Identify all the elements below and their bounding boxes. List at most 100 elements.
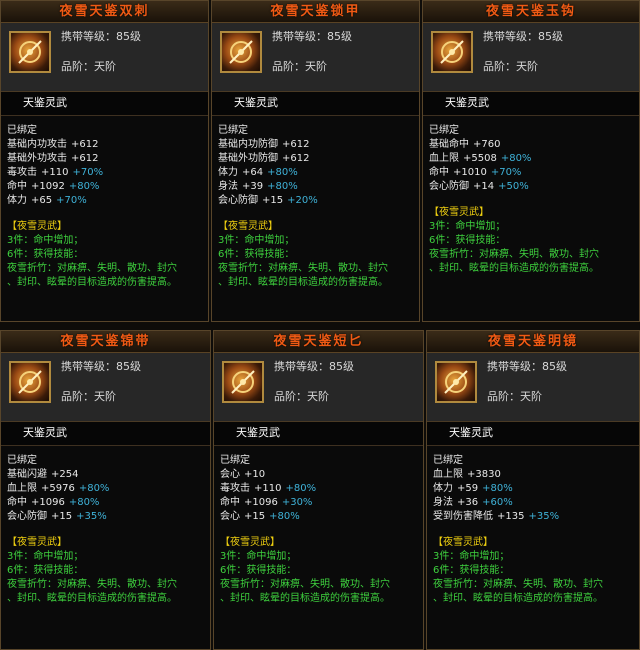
stat-name: 身法 [218,181,238,192]
stat-value: +15 [51,511,73,522]
stat-value: +1092 [31,181,65,192]
item-title: 夜雪天鉴锁甲 [270,4,361,19]
stat-line: 基础闪避 +254 [7,470,210,484]
stats-panel: 已绑定 基础内功攻击 +612 基础外功攻击 +612 毒攻击 +110 +70% 命中 +109… [1,115,208,321]
stat-line: 基础内功攻击 +612 [7,140,208,154]
title-bar: 夜雪天鉴短匕 [214,331,423,353]
stat-bonus-percent: +80% [267,167,298,178]
item-grade: 品阶：天阶 [487,390,542,403]
item-tooltip-card-4: 夜雪天鉴锦带 携带等级：85级 品阶：天阶 天鉴灵武 已绑定 基础闪避 +254 血上… [0,330,211,650]
set-title: 【夜雪灵武】 [218,221,278,232]
stat-name: 毒攻击 [7,167,37,178]
item-info-panel: 携带等级：85级 品阶：天阶 [212,23,419,92]
stat-value: +1096 [244,497,278,508]
stat-line: 会心 +10 [220,470,423,484]
set-title: 【夜雪灵武】 [7,537,67,548]
item-type-label: 天鉴灵武 [445,96,489,109]
set-bonus-6: 6件：获得技能： [433,565,510,576]
stat-bonus-percent: +20% [287,195,318,206]
dual-daggers-icon [9,31,51,73]
bound-status: 已绑定 [429,125,459,136]
title-bar: 夜雪天鉴明镜 [427,331,639,353]
item-type-label: 天鉴灵武 [23,96,67,109]
set-bonus-6: 6件：获得技能： [7,565,84,576]
stat-value: +59 [457,483,479,494]
stat-name: 血上限 [7,483,37,494]
stat-name: 会心 [220,469,240,480]
item-type-label: 天鉴灵武 [23,426,67,439]
set-skill-line-1: 夜雪折竹：对麻痹、失明、散功、封穴 [433,579,603,590]
item-tooltip-card-5: 夜雪天鉴短匕 携带等级：85级 品阶：天阶 天鉴灵武 已绑定 会心 +10 毒攻击 +1… [213,330,424,650]
item-info-panel: 携带等级：85级 品阶：天阶 [214,353,423,422]
item-grade: 品阶：天阶 [272,60,327,73]
stat-value: +39 [242,181,264,192]
stat-bonus-percent: +35% [76,511,107,522]
stat-name: 会心防御 [218,195,258,206]
set-skill-line-1: 夜雪折竹：对麻痹、失明、散功、封穴 [7,579,177,590]
bound-status: 已绑定 [7,455,37,466]
stat-bonus-percent: +70% [72,167,104,178]
set-skill-line-1: 夜雪折竹：对麻痹、失明、散功、封穴 [218,263,388,274]
stat-value: +760 [473,139,501,150]
stats-panel: 已绑定 基础闪避 +254 血上限 +5976 +80% 命中 +1096 +80% 会心防御 +1… [1,445,210,649]
set-bonus-3: 3件：命中增加； [218,235,295,246]
stat-name: 命中 [7,497,27,508]
stat-line: 会心防御 +15 +35% [7,512,210,526]
stat-line: 会心防御 +15 +20% [218,196,419,210]
stat-name: 命中 [220,497,240,508]
stat-line: 血上限 +3830 [433,470,639,484]
set-bonus-3: 3件：命中增加； [7,235,84,246]
stat-name: 会心 [220,511,240,522]
set-skill-line-2: 、封印、眩晕的目标造成的伤害提高。 [7,277,177,288]
stats-panel: 已绑定 会心 +10 毒攻击 +110 +80% 命中 +1096 +30% 会心 +15 +80% 【… [214,445,423,649]
stats-panel: 已绑定 血上限 +3830 体力 +59 +80% 身法 +36 +60% 受到伤害降低 +135 +… [427,445,639,649]
stat-value: +5976 [41,483,75,494]
item-title: 夜雪天鉴锦带 [60,334,151,349]
item-tooltip-card-1: 夜雪天鉴双刺 携带等级：85级 品阶：天阶 天鉴灵武 已绑定基础内功攻击 +612… [0,0,209,322]
stat-bonus-percent: +80% [482,483,513,494]
stat-name: 基础命中 [429,139,469,150]
stat-name: 血上限 [429,153,459,164]
stat-line: 血上限 +5508 +80% [429,154,639,168]
stat-line: 身法 +36 +60% [433,498,639,512]
stat-line: 命中 +1096 +30% [220,498,423,512]
stat-bonus-percent: +80% [267,181,298,192]
stat-bonus-percent: +70% [490,167,522,178]
title-bar: 夜雪天鉴双刺 [1,1,208,23]
stat-line: 命中 +1010 +70% [429,168,639,182]
stat-value: +1096 [31,497,65,508]
stat-value: +64 [242,167,264,178]
stat-name: 毒攻击 [220,483,250,494]
carry-level: 携带等级：85级 [61,360,141,373]
stat-line: 体力 +65 +70% [7,196,208,210]
set-title: 【夜雪灵武】 [429,207,489,218]
carry-level: 携带等级：85级 [274,360,354,373]
item-info-panel: 携带等级：85级 品阶：天阶 [1,23,208,92]
stat-bonus-percent: +80% [78,483,110,494]
stat-value: +135 [497,511,525,522]
item-title: 夜雪天鉴玉钩 [485,4,576,19]
set-skill-line-2: 、封印、眩晕的目标造成的伤害提高。 [429,263,599,274]
bound-status: 已绑定 [7,125,37,136]
mirror-icon [435,361,477,403]
stat-name: 会心防御 [7,511,47,522]
stat-value: +254 [51,469,79,480]
item-tooltip-card-3: 夜雪天鉴玉钩 携带等级：85级 品阶：天阶 天鉴灵武 已绑定 基础命中 +760 血上… [422,0,640,322]
set-skill-line-1: 夜雪折竹：对麻痹、失明、散功、封穴 [220,579,390,590]
stat-name: 基础外功防御 [218,153,278,164]
stat-name: 身法 [433,497,453,508]
item-title: 夜雪天鉴双刺 [59,4,150,19]
stat-bonus-percent: +50% [498,181,529,192]
set-skill-line-1: 夜雪折竹：对麻痹、失明、散功、封穴 [429,249,599,260]
stat-value: +65 [31,195,53,206]
belt-icon [9,361,51,403]
stat-value: +612 [282,153,310,164]
set-title: 【夜雪灵武】 [220,537,280,548]
stat-name: 体力 [433,483,453,494]
stat-value: +14 [473,181,495,192]
stat-value: +110 [254,483,282,494]
item-type-label: 天鉴灵武 [236,426,280,439]
item-grade: 品阶：天阶 [61,60,116,73]
stat-line: 基础内功防御 +612 [218,140,419,154]
item-grade: 品阶：天阶 [274,390,329,403]
